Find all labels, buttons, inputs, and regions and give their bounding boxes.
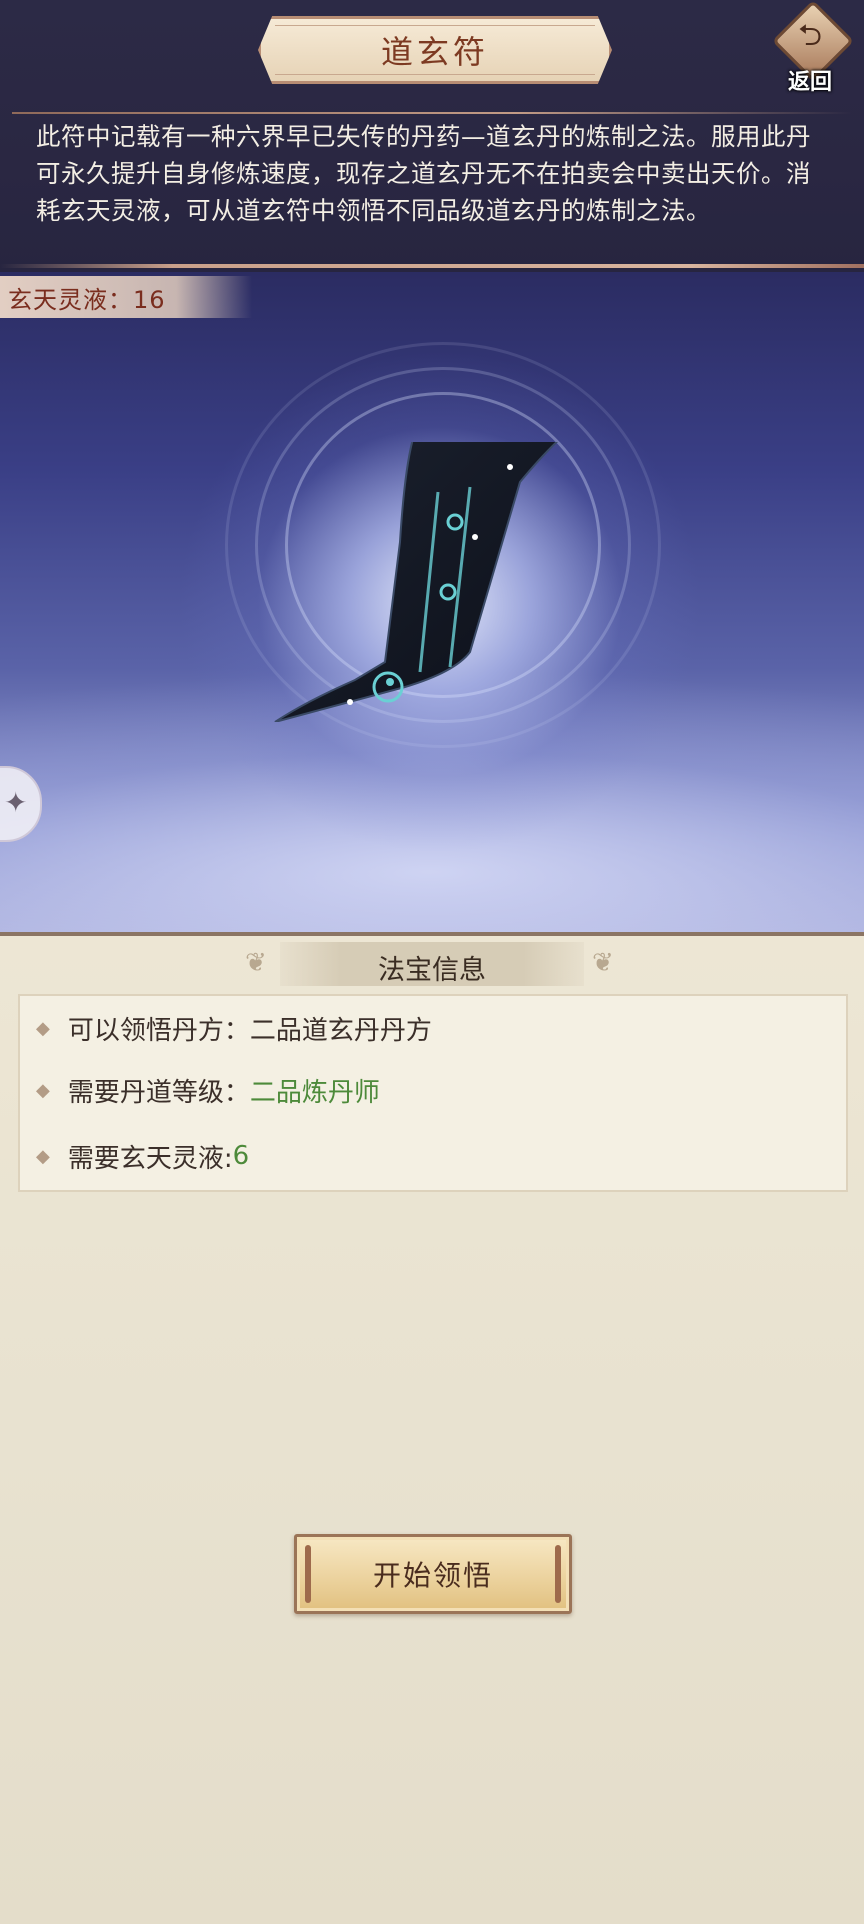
diamond-bullet-icon: ◆: [36, 1017, 50, 1039]
artifact-scene: [0, 272, 864, 932]
divider-bottom: [0, 264, 864, 268]
info-row-recipe: ◆ 可以领悟丹方： 二品道玄丹丹方: [36, 1008, 432, 1048]
info-row-cost: ◆ 需要玄天灵液: 6: [36, 1136, 249, 1176]
start-button-label: 开始领悟: [372, 1559, 493, 1592]
info-row-label: 需要玄天灵液:: [67, 1143, 233, 1174]
info-row-value: 二品炼丹师: [249, 1077, 380, 1108]
info-row-level: ◆ 需要丹道等级： 二品炼丹师: [36, 1070, 380, 1110]
info-header: ❦ ❦ 法宝信息: [0, 942, 864, 986]
info-row-value: 6: [232, 1141, 250, 1171]
talisman-scroll-icon: [274, 442, 559, 722]
button-cap-right: [555, 1545, 561, 1603]
diamond-bullet-icon: ◆: [36, 1079, 50, 1101]
button-cap-left: [305, 1545, 311, 1603]
start-comprehend-button[interactable]: 开始领悟: [294, 1534, 572, 1614]
puzzle-tab-icon: ✦: [4, 786, 28, 819]
back-label: 返回: [787, 70, 832, 95]
info-row-label: 可以领悟丹方：: [67, 1015, 250, 1046]
page-title: 道玄符: [380, 33, 489, 71]
title-plaque: 道玄符: [258, 16, 612, 84]
back-button[interactable]: ⮌ 返回: [770, 0, 855, 95]
info-title: 法宝信息: [378, 955, 486, 986]
info-row-label: 需要丹道等级：: [67, 1077, 250, 1108]
item-description: 此符中记载有一种六界早已失传的丹药—道玄丹的炼制之法。服用此丹可永久提升自身修炼…: [36, 122, 811, 225]
divider-top: [12, 112, 852, 114]
back-arrow-icon: ⮌: [797, 18, 823, 53]
diamond-bullet-icon: ◆: [36, 1145, 50, 1167]
resource-label: 玄天灵液：16: [8, 285, 166, 314]
info-row-value: 二品道玄丹丹方: [249, 1015, 432, 1046]
resource-counter: 玄天灵液：16: [0, 276, 252, 318]
